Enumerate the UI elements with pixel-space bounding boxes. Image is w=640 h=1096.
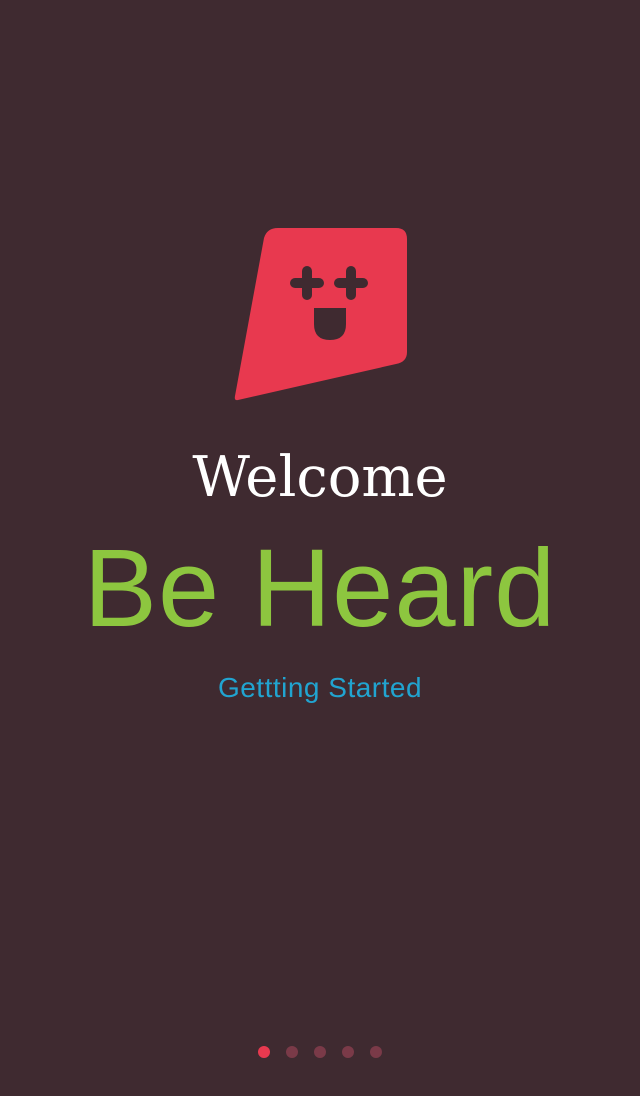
page-dot-2[interactable] bbox=[286, 1046, 298, 1058]
page-dot-5[interactable] bbox=[370, 1046, 382, 1058]
onboarding-screen: Welcome Be Heard Gettting Started bbox=[0, 0, 640, 1096]
tagline-heading: Be Heard bbox=[83, 527, 557, 650]
app-logo-icon bbox=[234, 228, 407, 401]
page-dot-4[interactable] bbox=[342, 1046, 354, 1058]
page-dot-1[interactable] bbox=[258, 1046, 270, 1058]
welcome-title: Welcome bbox=[192, 445, 448, 510]
page-dot-3[interactable] bbox=[314, 1046, 326, 1058]
getting-started-button[interactable]: Gettting Started bbox=[160, 668, 480, 708]
page-indicator bbox=[0, 1046, 640, 1058]
